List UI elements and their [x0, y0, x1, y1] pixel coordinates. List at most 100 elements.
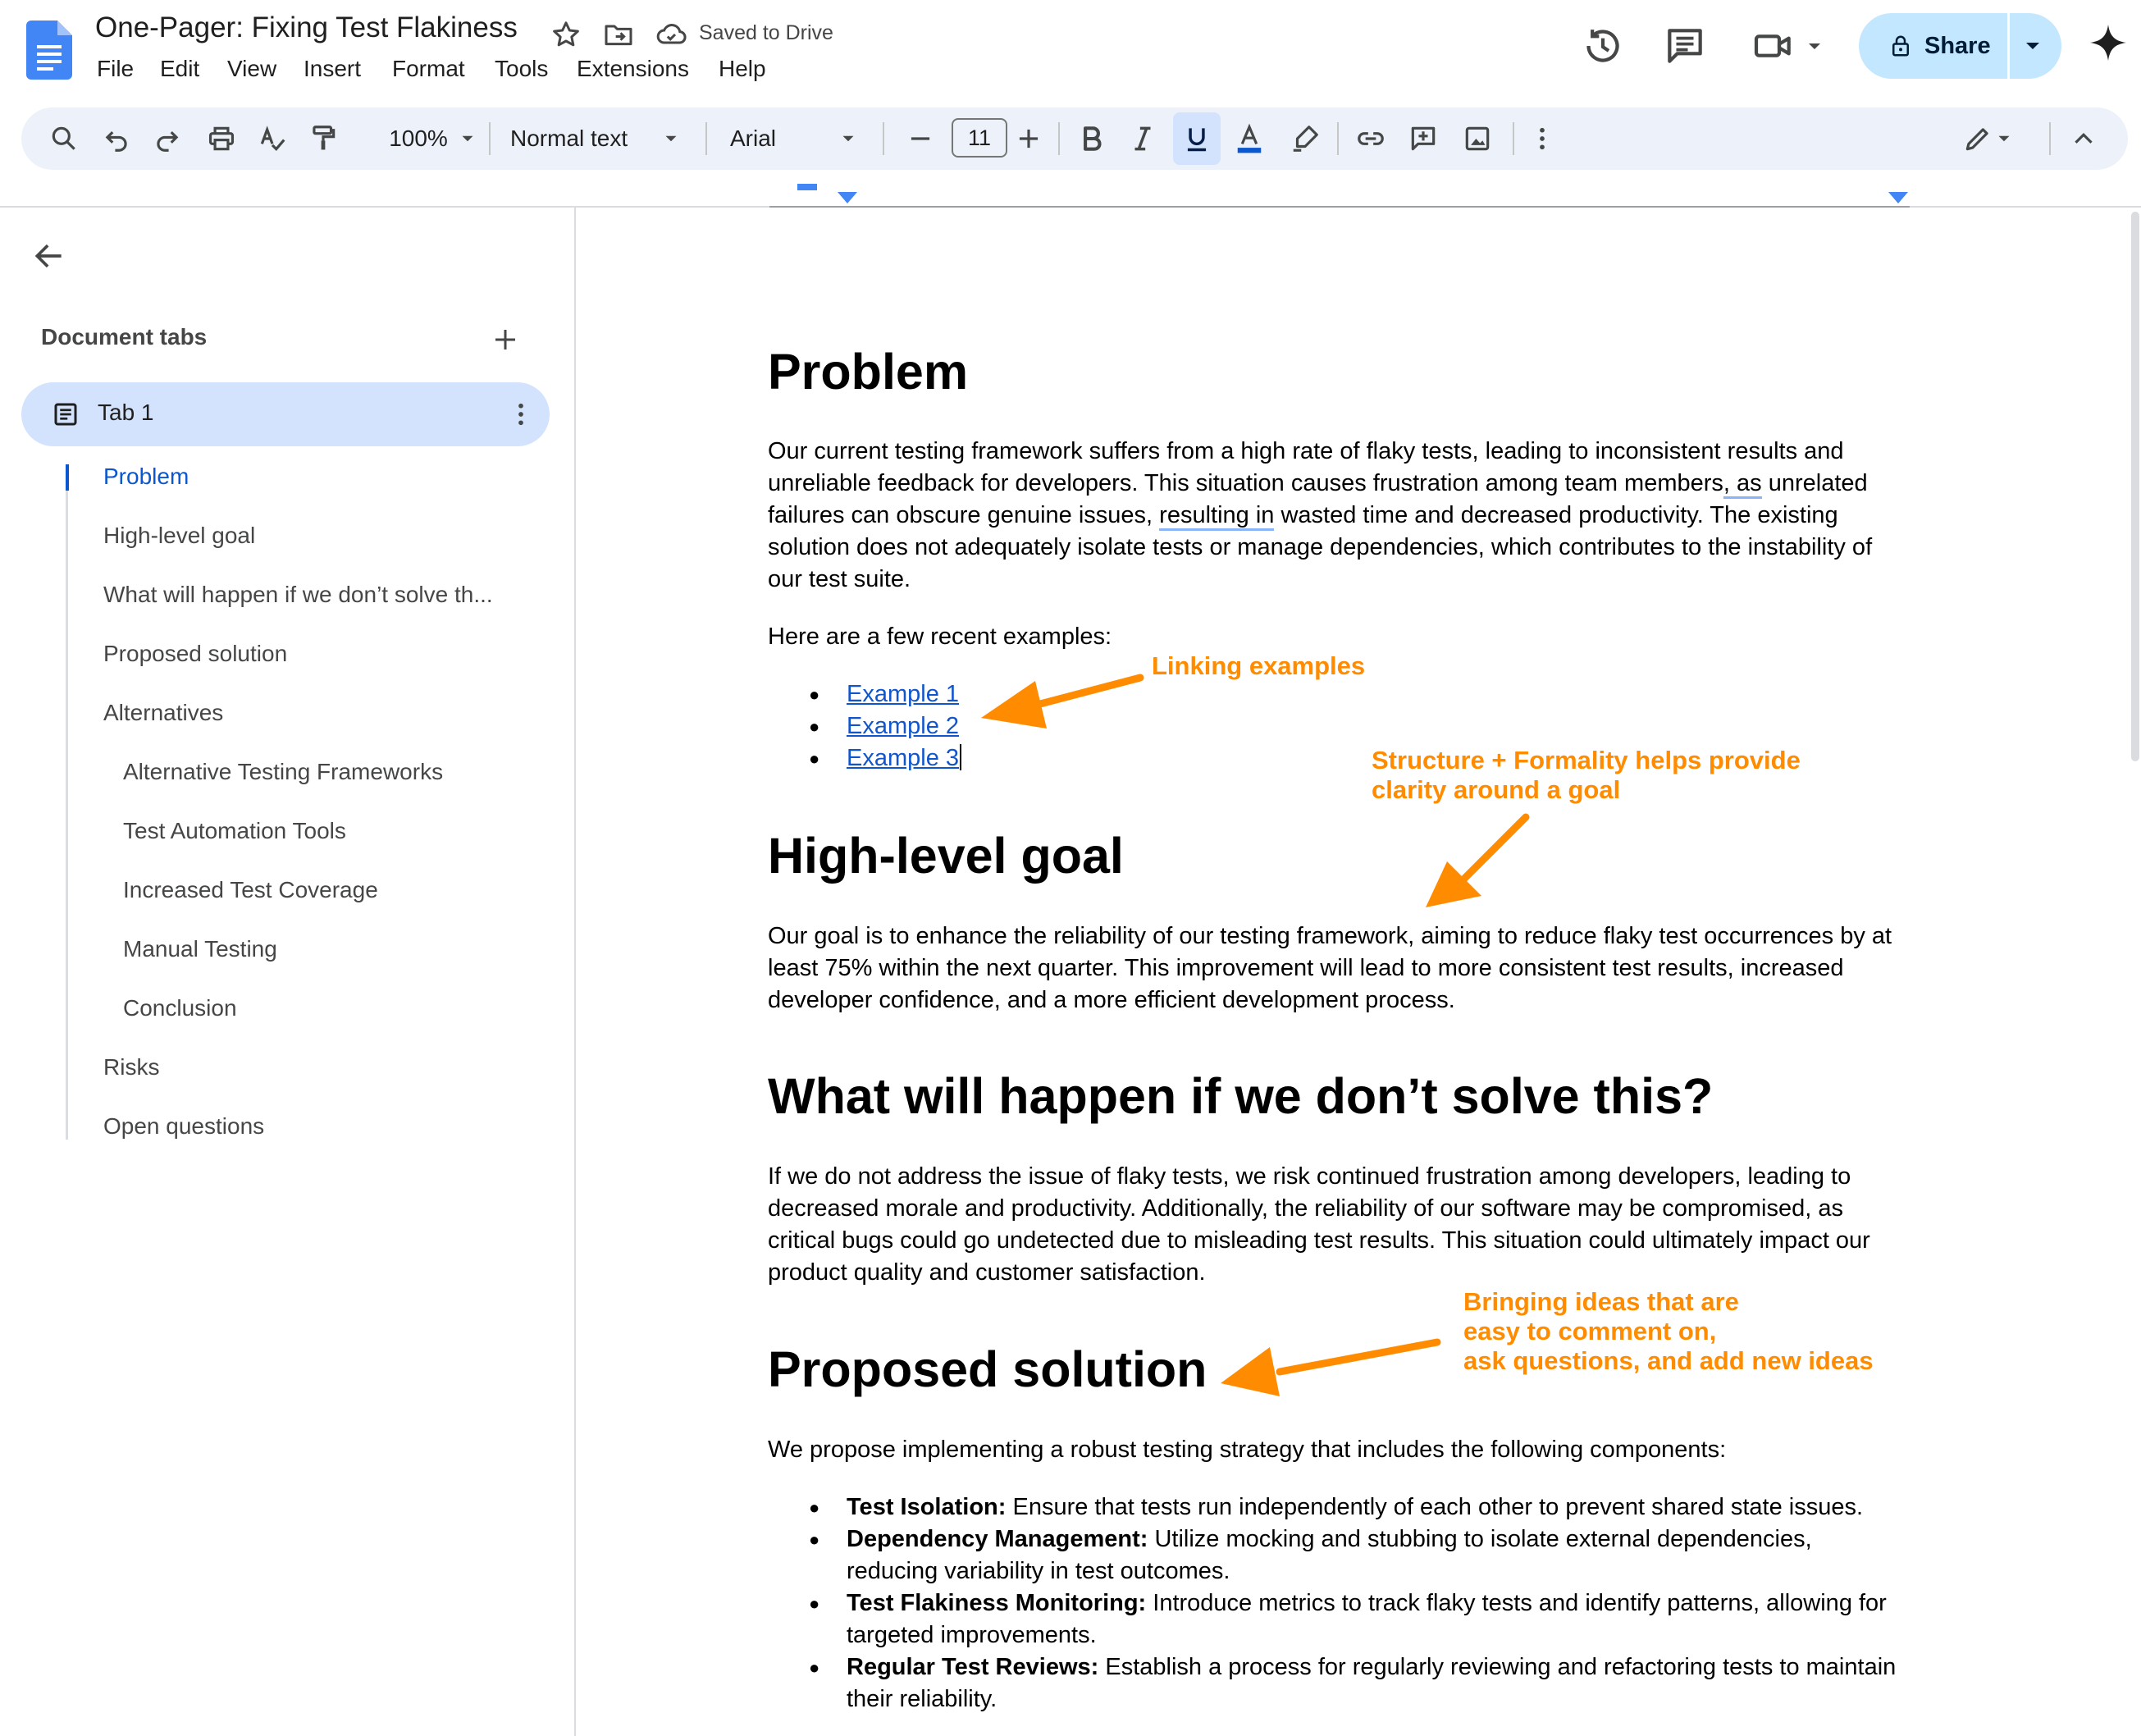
menu-view[interactable]: View [227, 54, 276, 84]
underline-button[interactable] [1173, 112, 1221, 165]
list-item[interactable]: Test Flakiness Monitoring: Introduce met… [809, 1588, 1905, 1651]
problem-line-4: solution does not adequately isolate tes… [768, 534, 1873, 560]
share-button[interactable]: Share [1859, 13, 2061, 79]
list-item: Example 3 [809, 742, 962, 774]
saved-status: Saved to Drive [699, 21, 833, 44]
print-icon [208, 126, 235, 151]
highlight-color-button[interactable] [1285, 107, 1326, 170]
zoom-value: 100% [389, 126, 448, 151]
outline-item-increased-test-coverage[interactable]: Increased Test Coverage [123, 877, 378, 903]
heading-proposed-solution[interactable]: Proposed solution [768, 1341, 1207, 1398]
outline-item-problem[interactable]: Problem [103, 464, 189, 490]
outline-item-alternatives[interactable]: Alternatives [103, 700, 223, 726]
list-item: Example 1 [809, 678, 961, 710]
annotation-structure-line-2: clarity around a goal [1372, 775, 1621, 804]
spelling-suggestion[interactable]: resulting in [1159, 502, 1275, 531]
first-line-indent-marker[interactable] [797, 184, 817, 192]
font-dropdown[interactable] [833, 107, 863, 170]
cloud-saved-icon[interactable] [655, 18, 687, 51]
outline-item-what-will-happen[interactable]: What will happen if we don’t solve th... [103, 582, 493, 608]
italic-button[interactable] [1122, 107, 1163, 170]
comments-icon[interactable] [1662, 23, 1708, 69]
redo-button[interactable] [149, 107, 185, 170]
meet-video-icon[interactable] [1751, 23, 1796, 69]
example-link-3[interactable]: Example 3 [847, 745, 959, 771]
outline-item-alternative-testing-frameworks[interactable]: Alternative Testing Frameworks [123, 759, 443, 785]
outline-item-proposed-solution[interactable]: Proposed solution [103, 641, 287, 667]
toolbar-divider [2049, 122, 2051, 155]
paragraph-solution-intro[interactable]: We propose implementing a robust testing… [768, 1434, 1900, 1466]
document-title[interactable]: One-Pager: Fixing Test Flakiness [95, 11, 518, 44]
menu-insert[interactable]: Insert [304, 54, 361, 84]
star-icon[interactable] [550, 18, 582, 51]
paragraph-problem[interactable]: Our current testing framework suffers fr… [768, 436, 1900, 596]
add-tab-icon[interactable] [491, 325, 520, 354]
annotation-ideas-line-2: easy to comment on, [1463, 1317, 1717, 1345]
outline-item-manual-testing[interactable]: Manual Testing [123, 936, 277, 962]
example-link-2[interactable]: Example 2 [847, 713, 959, 739]
toolbar-divider [1337, 122, 1339, 155]
right-indent-marker[interactable] [1888, 192, 1908, 203]
zoom-dropdown[interactable] [453, 107, 482, 170]
examples-list: Example 1 Example 2 Example 3 [809, 678, 962, 774]
paint-format-button[interactable] [305, 107, 341, 170]
share-dropdown-icon[interactable] [2020, 33, 2046, 59]
paragraph-what-will-happen[interactable]: If we do not address the issue of flaky … [768, 1161, 1900, 1289]
decrease-font-size-button[interactable] [902, 107, 938, 170]
list-item[interactable]: Regular Test Reviews: Establish a proces… [809, 1651, 1905, 1715]
chevron-down-icon [1998, 135, 2010, 142]
left-indent-marker[interactable] [838, 192, 857, 203]
tab-1[interactable]: Tab 1 [21, 382, 550, 446]
grammar-suggestion[interactable]: , as [1723, 470, 1762, 499]
heading-problem[interactable]: Problem [768, 343, 968, 400]
text-cursor [960, 744, 962, 770]
more-options-button[interactable] [1524, 107, 1560, 170]
share-main-button[interactable]: Share [1859, 13, 2006, 79]
search-menus-button[interactable] [46, 107, 82, 170]
font-size-input[interactable]: 11 [952, 118, 1007, 158]
toolbar-divider [1513, 122, 1514, 155]
increase-font-size-button[interactable] [1011, 107, 1047, 170]
heading-high-level-goal[interactable]: High-level goal [768, 827, 1124, 884]
menu-extensions[interactable]: Extensions [577, 54, 689, 84]
item-term: Test Flakiness Monitoring: [847, 1590, 1147, 1616]
list-item[interactable]: Test Isolation: Ensure that tests run in… [809, 1492, 1905, 1524]
version-history-icon[interactable] [1580, 23, 1626, 69]
insert-image-button[interactable] [1457, 107, 1498, 170]
docs-logo-icon[interactable] [26, 21, 72, 80]
menu-help[interactable]: Help [719, 54, 766, 84]
outline-item-conclusion[interactable]: Conclusion [123, 995, 237, 1021]
spellcheck-button[interactable] [254, 107, 290, 170]
menu-file[interactable]: File [97, 54, 134, 84]
paragraph-goal[interactable]: Our goal is to enhance the reliability o… [768, 921, 1900, 1016]
move-folder-icon[interactable] [602, 18, 635, 51]
back-arrow-icon[interactable] [31, 238, 67, 274]
print-button[interactable] [203, 107, 240, 170]
menu-format[interactable]: Format [392, 54, 465, 84]
solution-components-list: Test Isolation: Ensure that tests run in… [809, 1492, 1905, 1715]
text-color-button[interactable] [1227, 107, 1271, 170]
menu-tools[interactable]: Tools [495, 54, 548, 84]
meet-dropdown-icon[interactable] [1805, 36, 1824, 56]
menu-edit[interactable]: Edit [160, 54, 199, 84]
vertical-scrollbar[interactable] [2131, 212, 2139, 761]
list-item[interactable]: Dependency Management: Utilize mocking a… [809, 1524, 1905, 1588]
outline-item-open-questions[interactable]: Open questions [103, 1113, 264, 1140]
outline-item-test-automation-tools[interactable]: Test Automation Tools [123, 818, 346, 844]
hide-menus-button[interactable] [2066, 107, 2102, 170]
undo-button[interactable] [98, 107, 135, 170]
tab-options-icon[interactable] [505, 399, 536, 430]
outline-item-risks[interactable]: Risks [103, 1054, 159, 1080]
gemini-sparkle-icon[interactable] [2089, 23, 2128, 62]
pencil-icon [1965, 128, 1988, 151]
style-dropdown[interactable] [656, 107, 686, 170]
bold-button[interactable] [1071, 107, 1112, 170]
add-comment-button[interactable] [1403, 107, 1444, 170]
example-link-1[interactable]: Example 1 [847, 681, 959, 707]
paragraph-style-select[interactable]: Normal text [510, 107, 674, 170]
outline-item-high-level-goal[interactable]: High-level goal [103, 523, 255, 549]
heading-what-will-happen[interactable]: What will happen if we don’t solve this? [768, 1067, 1713, 1125]
insert-link-button[interactable] [1350, 107, 1391, 170]
font-select[interactable]: Arial [730, 107, 845, 170]
editing-mode-button[interactable] [1949, 107, 2028, 170]
